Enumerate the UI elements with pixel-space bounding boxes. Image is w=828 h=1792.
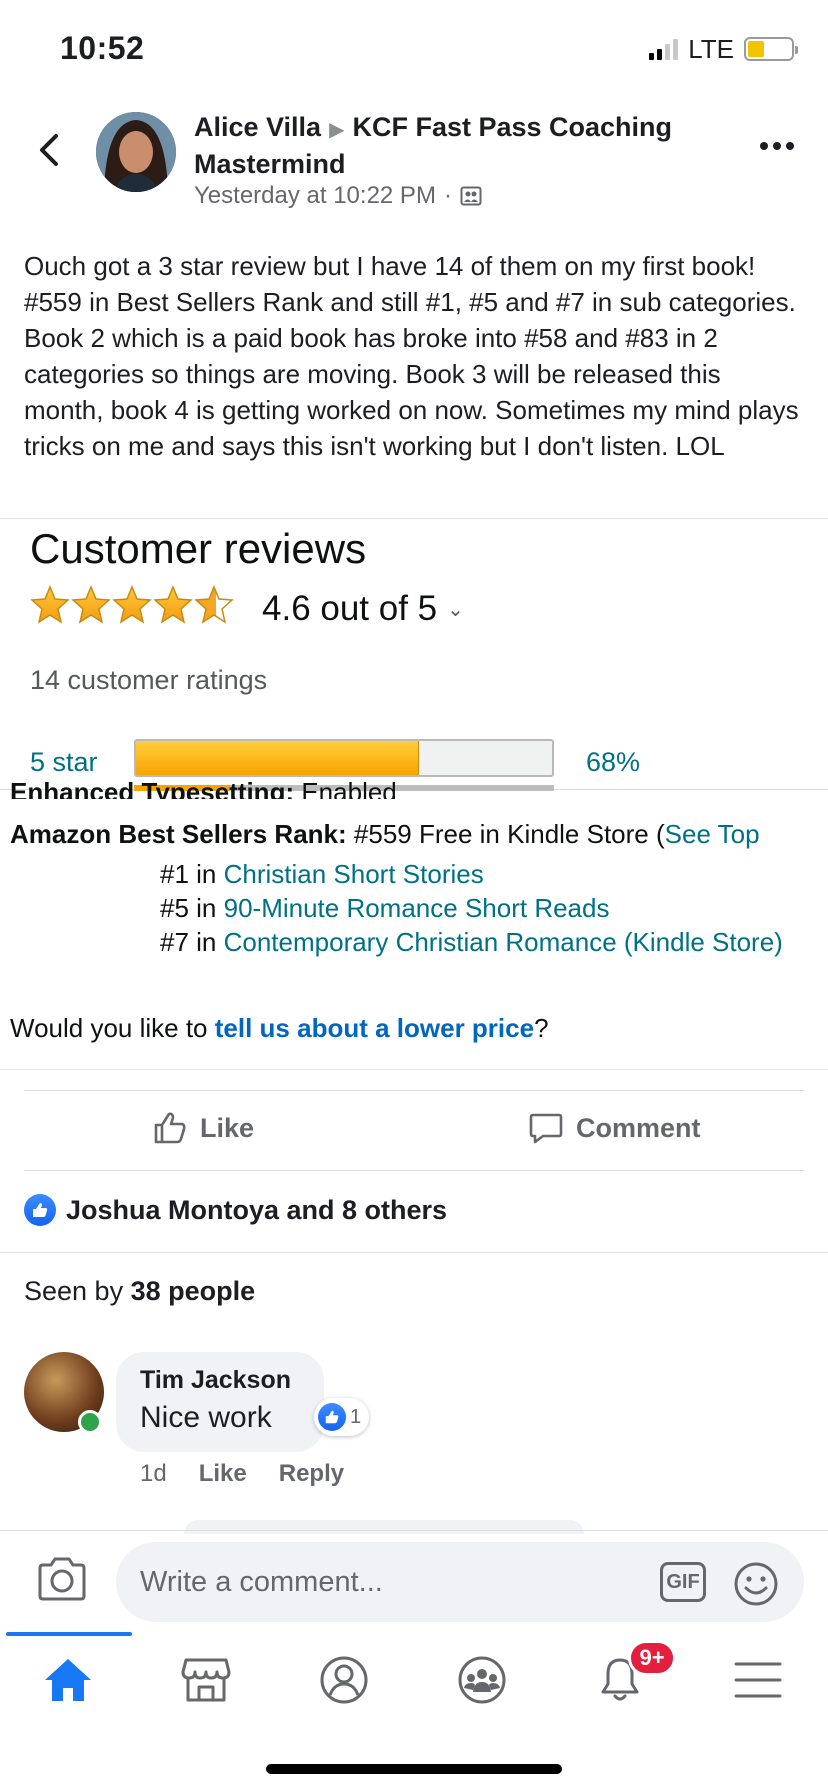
camera-button[interactable] <box>36 1556 88 1607</box>
chevron-left-icon <box>40 134 58 166</box>
price-suffix: ? <box>534 1013 549 1043</box>
rating-summary[interactable]: 4.6 out of 5 ⌄ <box>262 589 464 629</box>
post-timestamp[interactable]: Yesterday at 10:22 PM <box>194 182 436 210</box>
five-star-percent: 68% <box>586 747 641 777</box>
meta-separator: · <box>443 182 452 209</box>
next-comment-peek <box>184 1520 584 1534</box>
camera-icon <box>38 1557 86 1601</box>
sub-rank-category: Contemporary Christian Romance (Kindle S… <box>223 927 783 957</box>
tab-profile[interactable] <box>314 1652 374 1708</box>
comment-reaction-badge[interactable]: 1 <box>314 1398 370 1436</box>
rank-label: Amazon Best Sellers Rank: <box>10 819 347 849</box>
five-star-label: 5 star <box>30 747 98 777</box>
post-meta: Yesterday at 10:22 PM · <box>194 182 482 210</box>
tab-groups[interactable] <box>452 1652 512 1708</box>
seen-count: 38 people <box>130 1276 256 1306</box>
comment-meta: 1d Like Reply <box>140 1460 344 1488</box>
reactions-summary[interactable]: Joshua Montoya and 8 others <box>24 1194 447 1226</box>
tab-home[interactable] <box>38 1652 98 1708</box>
lower-price-prompt: Would you like to tell us about a lower … <box>10 1013 549 1044</box>
avatar-photo <box>96 112 176 192</box>
members-audience-icon <box>460 186 482 206</box>
status-indicators: LTE <box>649 33 798 64</box>
status-time: 10:52 <box>60 30 145 66</box>
like-reaction-icon <box>24 1194 56 1226</box>
like-reaction-icon <box>318 1403 346 1431</box>
rating-text: 4.6 out of 5 <box>262 589 438 628</box>
post-body: Ouch got a 3 star review but I have 14 o… <box>24 251 799 461</box>
thumbs-up-icon <box>154 1112 186 1144</box>
smiley-icon <box>734 1562 778 1606</box>
ratings-count: 14 customer ratings <box>30 665 268 695</box>
back-button[interactable] <box>34 130 64 170</box>
star-rating-icon <box>30 585 234 624</box>
cell-signal-icon <box>649 38 679 60</box>
sub-rank-row: #7 in Contemporary Christian Romance (Ki… <box>160 927 783 958</box>
profile-icon <box>320 1656 368 1704</box>
tab-marketplace[interactable] <box>176 1652 236 1708</box>
price-prefix: Would you like to <box>10 1013 215 1043</box>
reactors-text: Joshua Montoya and 8 others <box>66 1194 448 1225</box>
comment-reply-button[interactable]: Reply <box>279 1460 344 1488</box>
best-sellers-rank: Amazon Best Sellers Rank: #559 Free in K… <box>10 819 760 850</box>
sub-rank-row: #1 in Christian Short Stories <box>160 859 484 890</box>
notification-badge: 9+ <box>628 1640 676 1676</box>
see-top-link: See Top <box>664 819 760 849</box>
comment-label: Comment <box>576 1112 701 1143</box>
triangle-right-icon: ▶ <box>329 119 345 141</box>
tab-menu[interactable] <box>728 1652 788 1708</box>
post-image[interactable]: Customer reviews 4.6 out of 5 ⌄ 14 custo… <box>0 518 828 1070</box>
reviews-title: Customer reviews <box>30 525 367 572</box>
sub-rank-row: #5 in 90-Minute Romance Short Reads <box>160 893 609 924</box>
five-star-bar <box>134 739 554 777</box>
sub-rank-category: 90-Minute Romance Short Reads <box>223 893 610 923</box>
comment-input-placeholder: Write a comment... <box>140 1566 383 1598</box>
seen-prefix: Seen by <box>24 1276 131 1306</box>
enhanced-label: Enhanced Typesetting: <box>10 777 295 799</box>
battery-icon <box>744 37 798 61</box>
groups-icon <box>458 1656 506 1704</box>
divider <box>0 1252 828 1253</box>
sub-rank-number: #1 in <box>160 859 224 889</box>
home-icon <box>45 1659 91 1701</box>
enhanced-typesetting-row: Enhanced Typesetting: Enabled <box>10 775 397 799</box>
comment-age: 1d <box>140 1460 167 1487</box>
author-avatar[interactable] <box>96 112 176 192</box>
divider <box>24 1090 804 1091</box>
rating-stars <box>30 585 234 625</box>
like-label: Like <box>200 1112 255 1143</box>
comment-text: Nice work <box>140 1401 272 1434</box>
sub-rank-number: #5 in <box>160 893 224 923</box>
seen-by[interactable]: Seen by 38 people <box>24 1276 255 1307</box>
rank-value: #559 Free in Kindle Store ( <box>353 819 665 849</box>
hamburger-menu-icon <box>734 1662 782 1698</box>
network-type: LTE <box>688 33 734 64</box>
comment-button[interactable]: Comment <box>528 1110 701 1146</box>
marketplace-icon <box>181 1658 231 1702</box>
home-indicator <box>266 1764 562 1774</box>
online-status-dot <box>78 1410 102 1434</box>
price-link: tell us about a lower price <box>214 1013 535 1043</box>
five-star-bar-fill <box>136 741 419 775</box>
commenter-name[interactable]: Tim Jackson <box>140 1366 300 1395</box>
like-button[interactable]: Like <box>152 1110 254 1146</box>
emoji-button[interactable] <box>732 1560 780 1613</box>
reaction-count: 1 <box>350 1405 362 1428</box>
comment-bubble-icon <box>529 1113 563 1144</box>
sub-rank-number: #7 in <box>160 927 224 957</box>
comment-like-button[interactable]: Like <box>199 1460 247 1488</box>
author-name[interactable]: Alice Villa <box>194 112 321 142</box>
enhanced-value: Enabled <box>301 777 397 799</box>
divider <box>0 1530 828 1531</box>
post-title: Alice Villa ▶ KCF Fast Pass Coaching Maste… <box>194 110 754 181</box>
ellipsis-icon <box>760 142 768 150</box>
comment-bubble[interactable]: Tim Jackson Nice work <box>116 1352 324 1452</box>
more-options-button[interactable] <box>760 142 794 150</box>
active-tab-indicator <box>6 1632 132 1636</box>
divider <box>24 1170 804 1171</box>
chevron-down-icon: ⌄ <box>447 598 464 621</box>
gif-button[interactable]: GIF <box>660 1562 706 1602</box>
sub-rank-category: Christian Short Stories <box>223 859 484 889</box>
